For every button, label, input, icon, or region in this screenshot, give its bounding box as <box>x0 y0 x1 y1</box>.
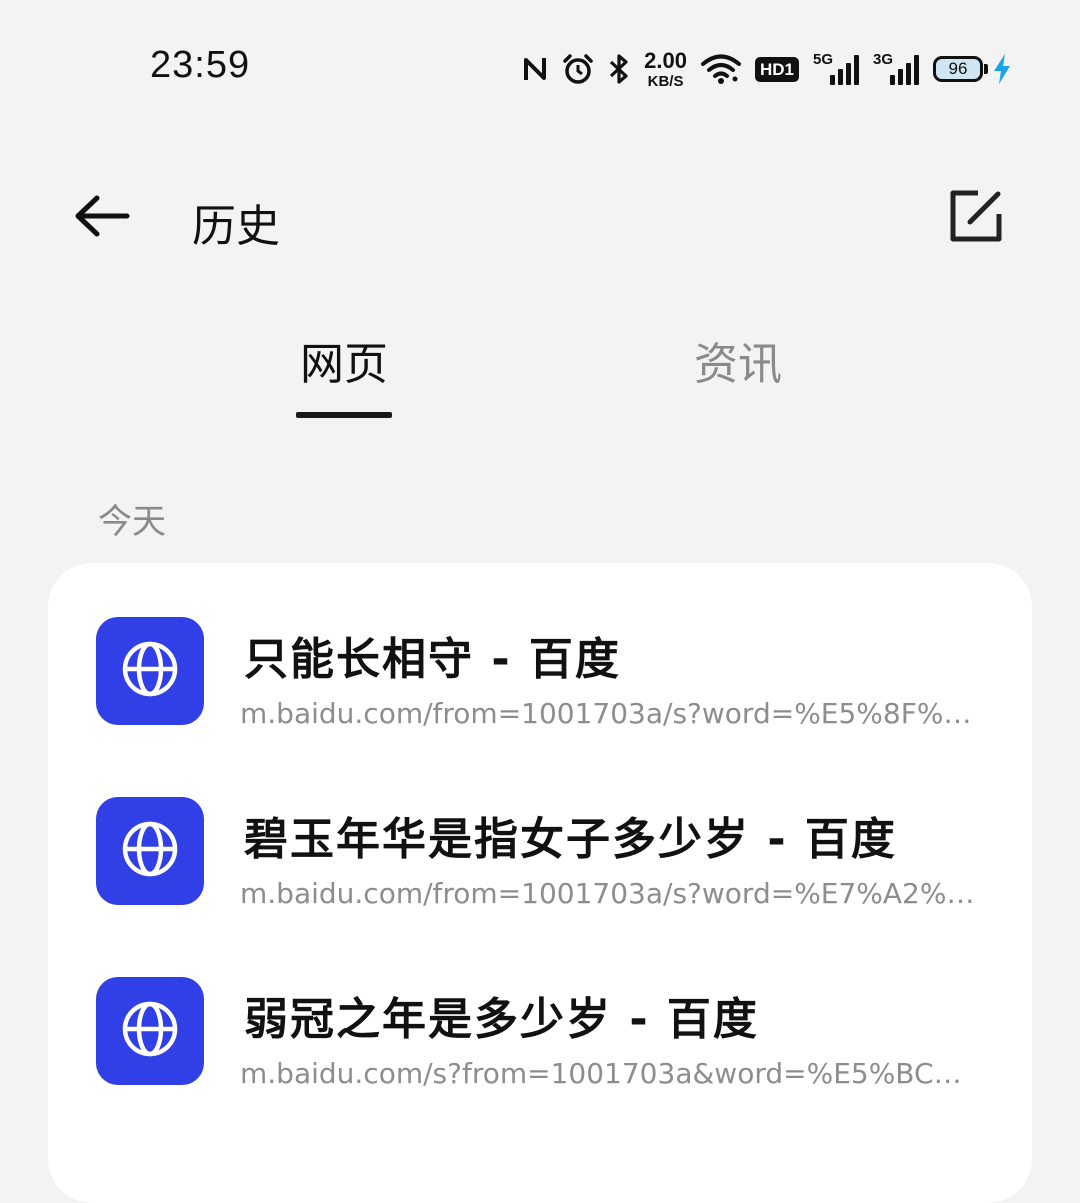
section-label-today: 今天 <box>98 502 166 542</box>
edit-square-icon <box>948 188 1004 248</box>
battery-indicator: 96 <box>933 53 1012 85</box>
wifi-icon <box>700 53 741 85</box>
history-item-title: 弱冠之年是多少岁 - 百度 <box>244 994 759 1045</box>
back-button[interactable] <box>66 188 138 248</box>
tab-bar: 网页 资讯 <box>0 320 1080 430</box>
history-item[interactable]: 弱冠之年是多少岁 - 百度 m.baidu.com/s?from=1001703… <box>48 923 1032 1090</box>
history-item-url: m.baidu.com/s?from=1001703a&word=%E5%BC%… <box>240 1057 980 1090</box>
history-item[interactable]: 只能长相守 - 百度 m.baidu.com/from=1001703a/s?w… <box>48 563 1032 730</box>
history-item-url: m.baidu.com/from=1001703a/s?word=%E5%8F%… <box>240 697 980 730</box>
edit-button[interactable] <box>944 186 1008 250</box>
globe-icon <box>121 640 179 702</box>
network-speed: 2.00 KB/S <box>644 47 687 90</box>
page-title: 历史 <box>192 201 280 252</box>
app-header: 历史 <box>0 160 1080 270</box>
signal-5g: 5G <box>813 51 859 85</box>
alarm-icon <box>562 53 594 85</box>
history-item-url: m.baidu.com/from=1001703a/s?word=%E7%A2%… <box>240 877 980 910</box>
active-tab-indicator <box>296 412 392 418</box>
history-item-title: 只能长相守 - 百度 <box>244 634 621 685</box>
history-item-title: 碧玉年华是指女子多少岁 - 百度 <box>244 814 897 865</box>
charging-bolt-icon <box>992 53 1012 85</box>
tab-webpages[interactable]: 网页 <box>244 328 444 392</box>
status-time: 23:59 <box>150 44 251 86</box>
globe-icon <box>121 820 179 882</box>
nfc-icon <box>522 54 548 84</box>
signal-3g: 3G <box>873 51 919 85</box>
arrow-left-icon <box>73 194 131 242</box>
network-speed-unit: KB/S <box>647 72 684 90</box>
history-card: 只能长相守 - 百度 m.baidu.com/from=1001703a/s?w… <box>48 563 1032 1203</box>
bluetooth-icon <box>608 53 630 85</box>
status-icons: 2.00 KB/S HD1 5G 3G 96 <box>522 44 1012 94</box>
signal-bars-icon <box>830 55 859 85</box>
network-speed-value: 2.00 <box>644 47 687 73</box>
signal-bars-icon <box>890 55 919 85</box>
globe-icon <box>121 1000 179 1062</box>
battery-level: 96 <box>933 56 983 82</box>
status-bar: 23:59 2.00 KB/S HD1 5G 3G 96 <box>0 0 1080 140</box>
history-item[interactable]: 碧玉年华是指女子多少岁 - 百度 m.baidu.com/from=100170… <box>48 743 1032 910</box>
site-icon <box>96 977 204 1085</box>
hd-voice-badge: HD1 <box>754 56 799 82</box>
site-icon <box>96 797 204 905</box>
tab-news[interactable]: 资讯 <box>638 328 838 392</box>
site-icon <box>96 617 204 725</box>
